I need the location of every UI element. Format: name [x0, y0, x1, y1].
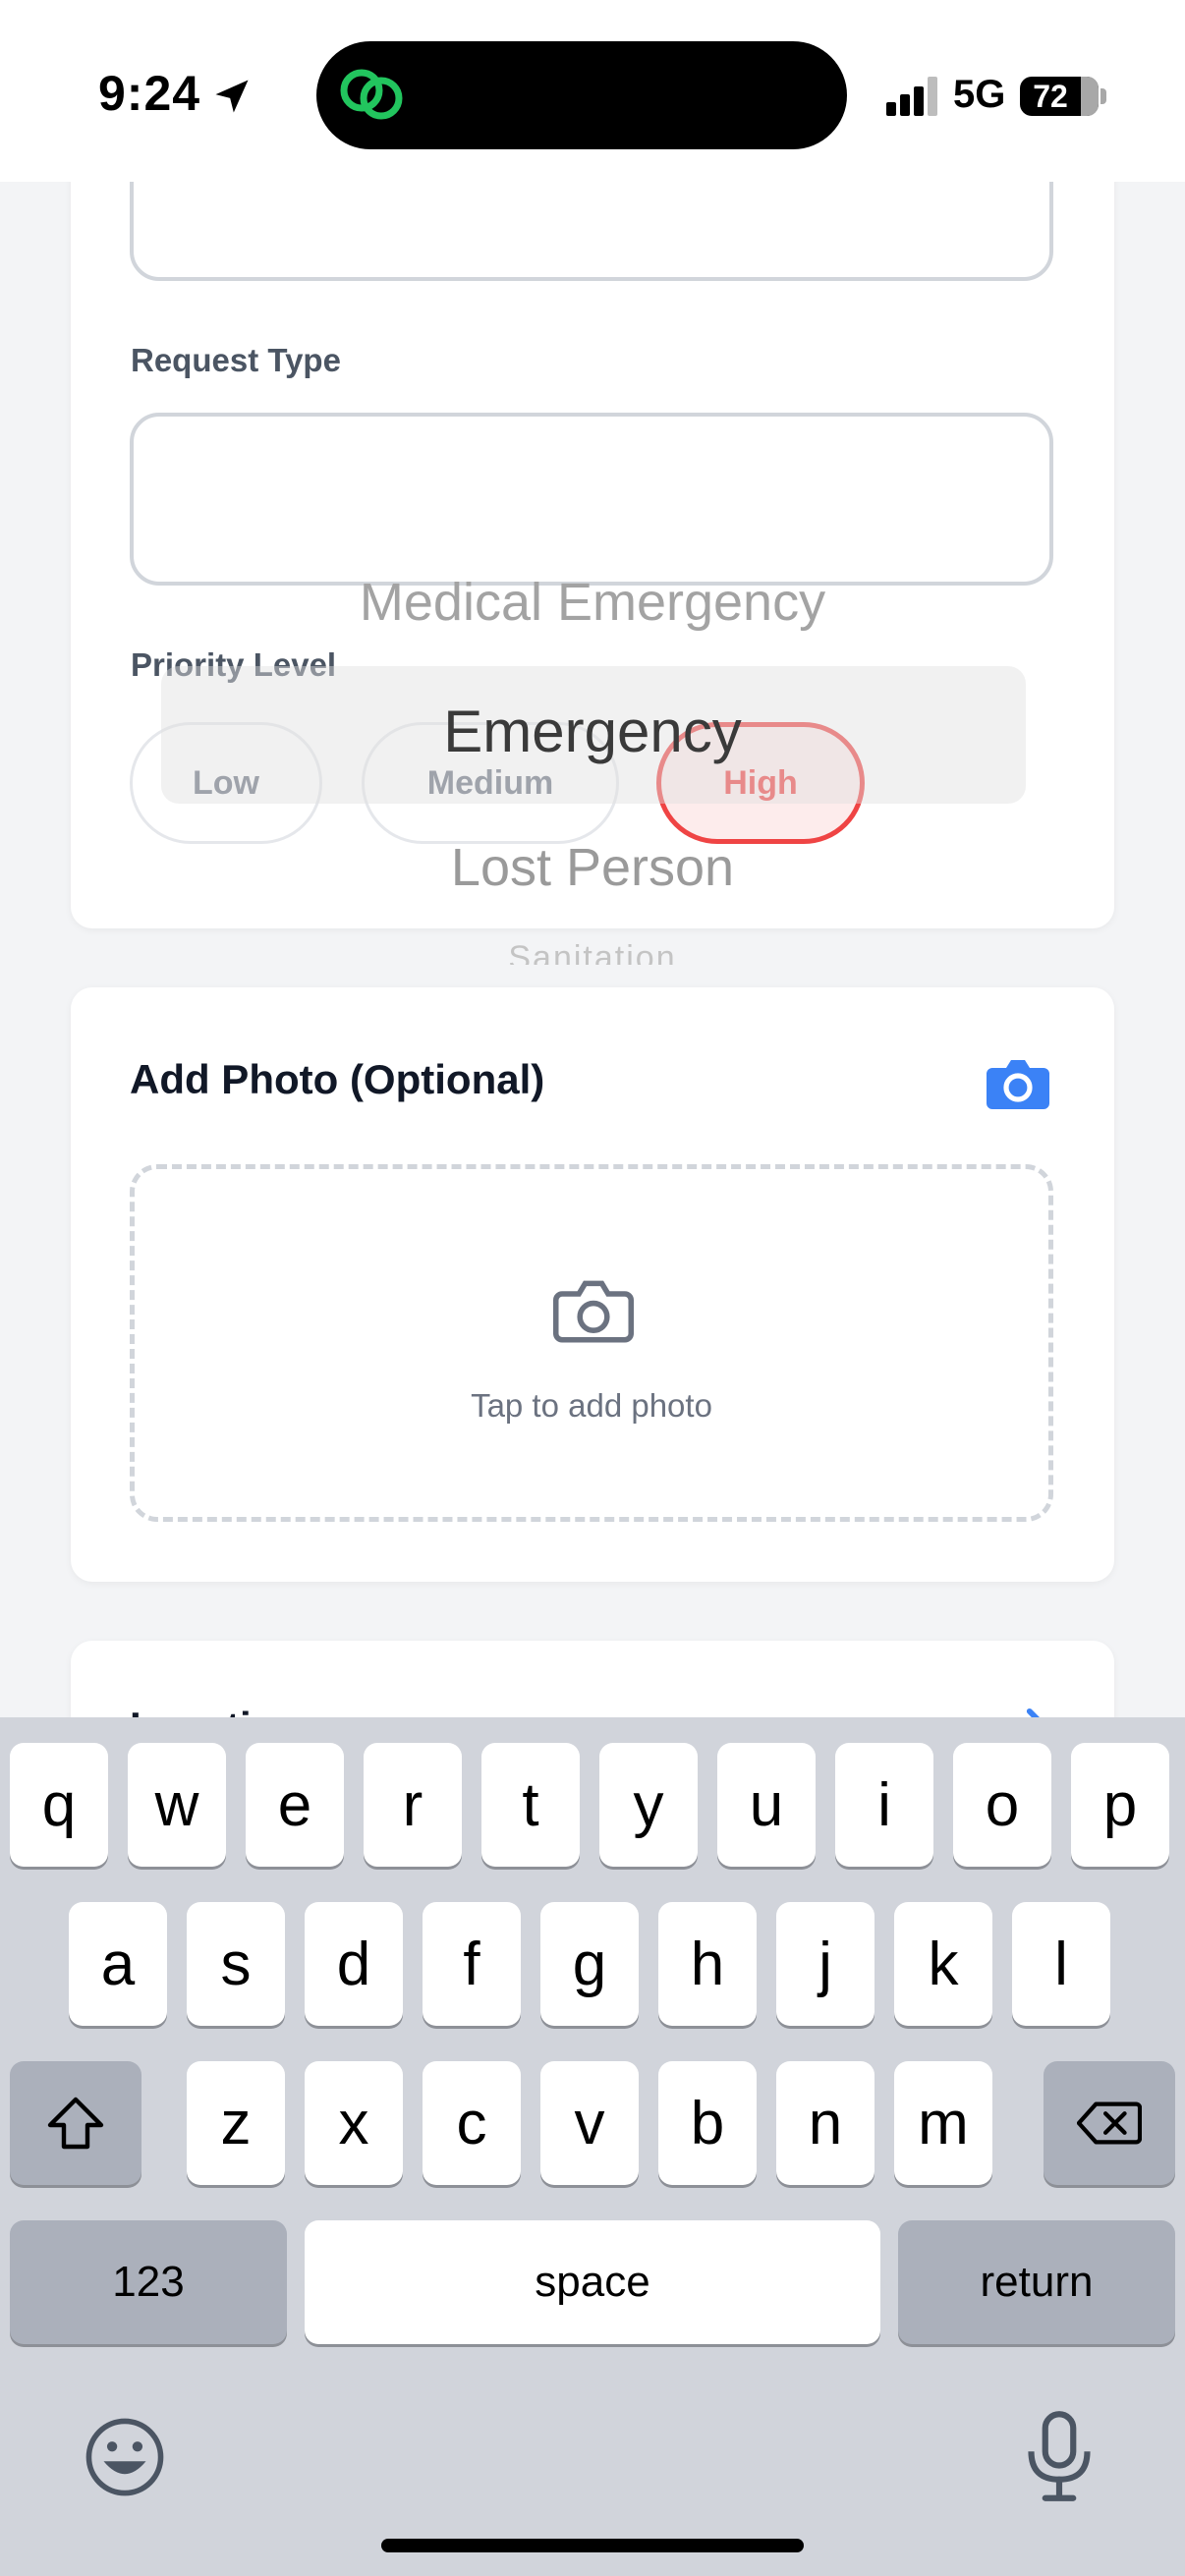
priority-medium-button[interactable]: Medium — [362, 722, 619, 844]
key-a[interactable]: a — [69, 1902, 167, 2026]
key-m[interactable]: m — [894, 2061, 992, 2185]
emoji-icon[interactable] — [83, 2415, 167, 2499]
priority-level-label: Priority Level — [131, 646, 337, 683]
key-x[interactable]: x — [305, 2061, 403, 2185]
status-time: 9:24 — [98, 66, 201, 121]
key-d[interactable]: d — [305, 1902, 403, 2026]
priority-low-button[interactable]: Low — [130, 722, 322, 844]
battery-indicator: 72 — [1020, 77, 1099, 116]
on-screen-keyboard: 123 space return qwertyuiop asdfghjkl zxcv… — [0, 1717, 1185, 2576]
photo-dropzone[interactable]: Tap to add photo — [130, 1164, 1053, 1522]
location-arrow-icon — [215, 80, 249, 113]
battery-tip — [1100, 88, 1106, 104]
key-e[interactable]: e — [246, 1743, 344, 1867]
key-f[interactable]: f — [423, 1902, 521, 2026]
signal-icon — [886, 77, 937, 116]
numbers-key[interactable]: 123 — [10, 2220, 287, 2344]
camera-icon — [552, 1280, 635, 1343]
key-n[interactable]: n — [776, 2061, 875, 2185]
request-type-label: Request Type — [131, 342, 341, 378]
key-k[interactable]: k — [894, 1902, 992, 2026]
key-j[interactable]: j — [776, 1902, 875, 2026]
status-bar: 9:24 5G 72 — [0, 0, 1185, 182]
key-g[interactable]: g — [540, 1902, 639, 2026]
app-link-icon — [340, 69, 403, 120]
key-r[interactable]: r — [364, 1743, 462, 1867]
battery-level: 72 — [1033, 79, 1068, 114]
key-h[interactable]: h — [658, 1902, 757, 2026]
microphone-icon[interactable] — [1022, 2409, 1097, 2503]
space-key[interactable]: space — [305, 2220, 880, 2344]
add-photo-title: Add Photo (Optional) — [130, 1056, 545, 1102]
key-p[interactable]: p — [1071, 1743, 1169, 1867]
camera-icon[interactable] — [985, 1056, 1051, 1111]
tap-to-add-photo-text: Tap to add photo — [471, 1387, 712, 1424]
key-y[interactable]: y — [599, 1743, 698, 1867]
shift-icon — [47, 2097, 104, 2150]
key-q[interactable]: q — [10, 1743, 108, 1867]
add-photo-card: Add Photo (Optional) Tap to add photo — [71, 987, 1114, 1582]
key-i[interactable]: i — [835, 1743, 933, 1867]
shift-key[interactable] — [10, 2061, 141, 2185]
request-details-card: Request Type Priority Level Low Medium H… — [71, 88, 1114, 928]
key-c[interactable]: c — [423, 2061, 521, 2185]
picker-option[interactable]: Sanitation — [0, 939, 1185, 965]
priority-high-button[interactable]: High — [656, 722, 865, 844]
key-o[interactable]: o — [953, 1743, 1051, 1867]
network-type: 5G — [953, 73, 1006, 116]
key-b[interactable]: b — [658, 2061, 757, 2185]
key-t[interactable]: t — [481, 1743, 580, 1867]
return-key[interactable]: return — [898, 2220, 1175, 2344]
key-z[interactable]: z — [187, 2061, 285, 2185]
key-v[interactable]: v — [540, 2061, 639, 2185]
delete-icon — [1077, 2101, 1142, 2145]
key-u[interactable]: u — [717, 1743, 816, 1867]
key-w[interactable]: w — [128, 1743, 226, 1867]
key-l[interactable]: l — [1012, 1902, 1110, 2026]
key-s[interactable]: s — [187, 1902, 285, 2026]
delete-key[interactable] — [1044, 2061, 1175, 2185]
home-indicator — [381, 2539, 804, 2552]
request-type-field[interactable] — [130, 413, 1053, 586]
